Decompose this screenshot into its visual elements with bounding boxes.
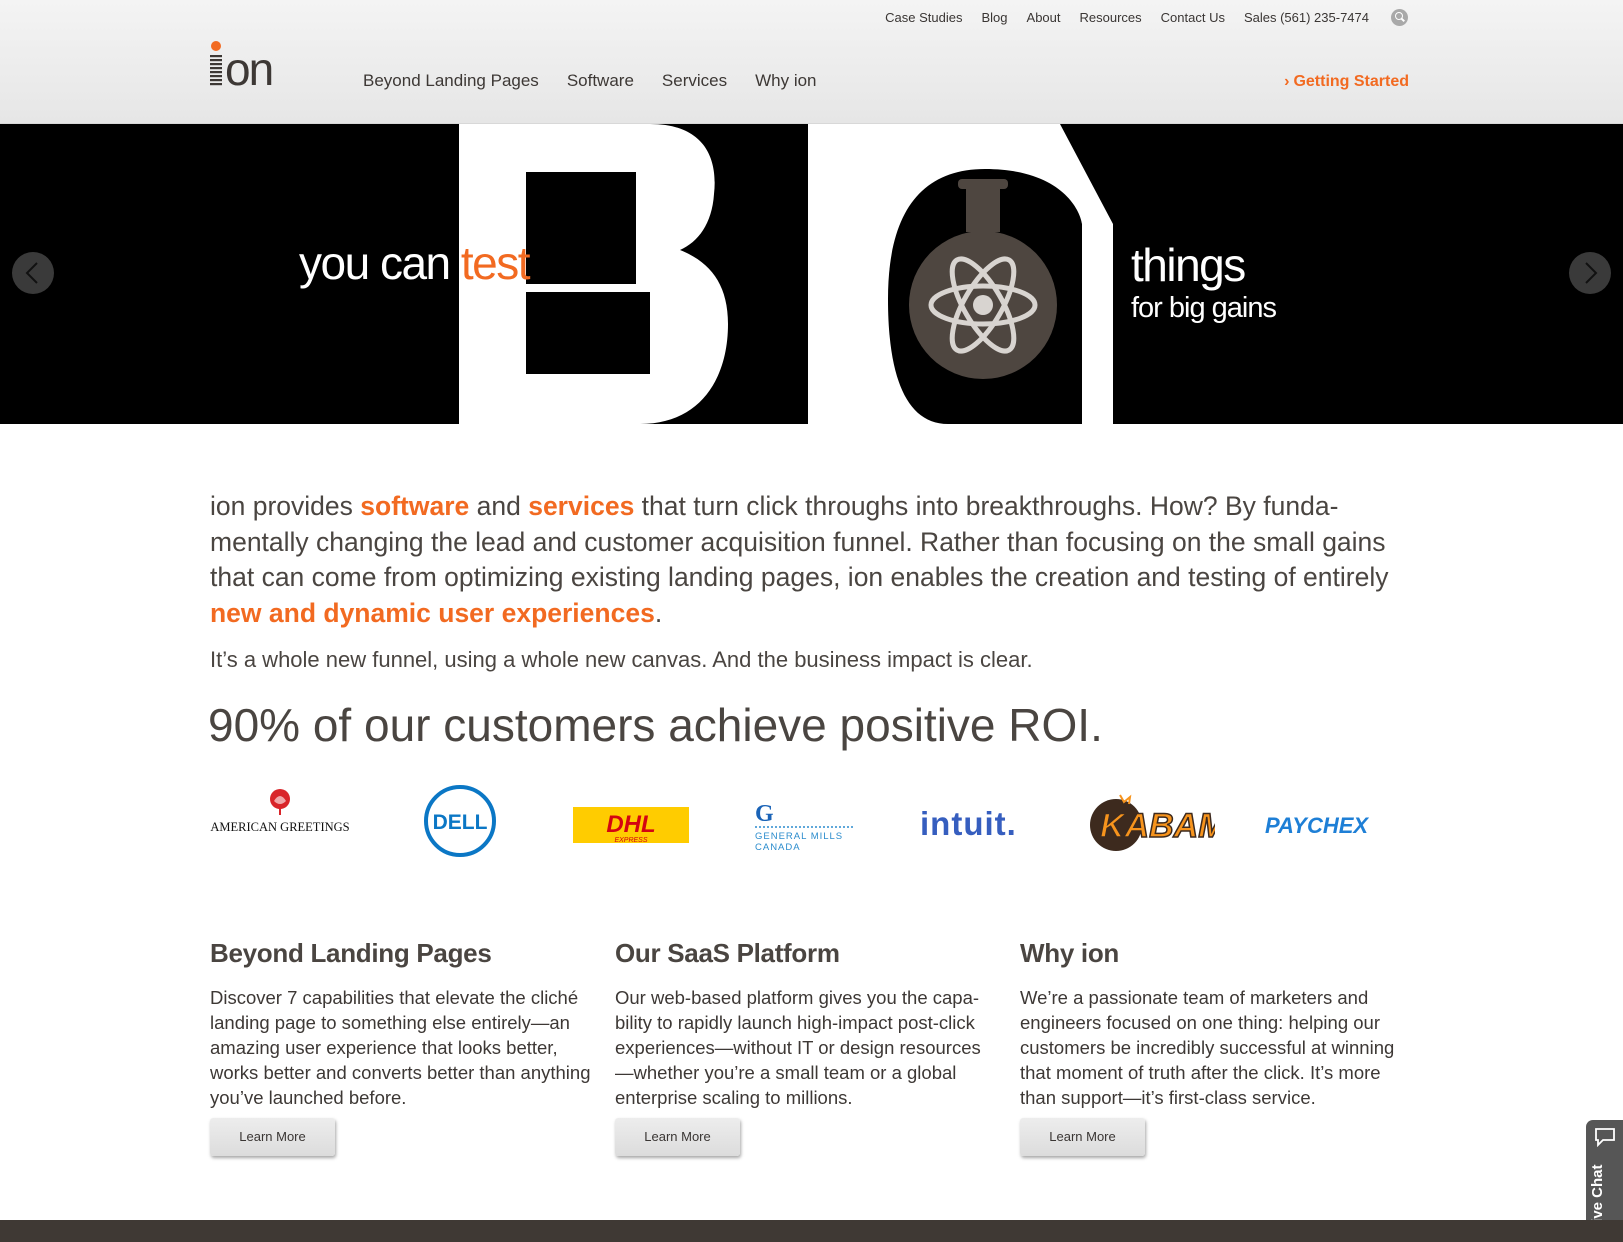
svg-text:DHL: DHL	[606, 811, 655, 838]
intro-text: ion provides	[210, 491, 361, 521]
learn-more-button-saas[interactable]: Learn More	[615, 1118, 740, 1156]
column-why-ion: Why ion We’re a passionate team of marke…	[1020, 938, 1405, 1156]
column-title: Our SaaS Platform	[615, 938, 840, 968]
svg-text:PAYCHEX: PAYCHEX	[1265, 813, 1369, 838]
utility-link-contact-us[interactable]: Contact Us	[1161, 10, 1225, 25]
column-body: Discover 7 capabilities that elevate the…	[210, 987, 591, 1108]
intro-text: .	[654, 597, 663, 628]
logo-intuit: intuit.	[920, 805, 1017, 842]
getting-started-label: Getting Started	[1293, 73, 1409, 90]
search-icon[interactable]	[1391, 9, 1408, 26]
hero-text-test: test	[460, 237, 531, 289]
utility-nav: Case Studies Blog About Resources Contac…	[885, 9, 1408, 26]
hero-text-gains: for big gains	[1131, 292, 1277, 324]
intro-software-link[interactable]: software	[360, 491, 469, 521]
utility-link-about[interactable]: About	[1027, 10, 1061, 25]
logo-kabam: KABAM	[1090, 794, 1215, 851]
svg-text:G: G	[755, 801, 774, 827]
column-saas-platform: Our SaaS Platform Our web-based platform…	[615, 938, 1000, 1156]
site-header: Case Studies Blog About Resources Contac…	[0, 0, 1623, 124]
big-letters-graphic	[459, 124, 1113, 424]
svg-text:DELL: DELL	[433, 811, 488, 834]
intro-highlight-link[interactable]: new and dynamic user experiences	[210, 598, 655, 628]
hero-text-things: things	[1131, 239, 1246, 291]
nav-beyond-landing-pages[interactable]: Beyond Landing Pages	[363, 71, 539, 91]
logo-dell: DELL	[424, 785, 496, 857]
utility-link-blog[interactable]: Blog	[982, 10, 1008, 25]
footer-bar	[0, 1220, 1623, 1242]
learn-more-button-beyond[interactable]: Learn More	[210, 1118, 335, 1156]
hero-banner: you can test things for big gains	[0, 124, 1623, 424]
nav-why-ion[interactable]: Why ion	[755, 71, 816, 91]
column-body: We’re a passionate team of marketers and…	[1020, 987, 1395, 1108]
svg-text:EXPRESS: EXPRESS	[614, 837, 647, 844]
customer-logos: AMERICAN GREETINGS DELL DHL EXPRESS G GE…	[210, 785, 1410, 865]
chevron-right-icon	[1585, 262, 1598, 284]
nav-software[interactable]: Software	[567, 71, 634, 91]
intro-paragraph: ion provides software and services that …	[210, 489, 1410, 631]
svg-text:AMERICAN GREETINGS: AMERICAN GREETINGS	[210, 820, 349, 834]
svg-text:KABAM: KABAM	[1100, 807, 1215, 845]
logo-dhl: DHL EXPRESS	[573, 807, 689, 844]
carousel-next-button[interactable]	[1569, 252, 1611, 294]
learn-more-button-why[interactable]: Learn More	[1020, 1118, 1145, 1156]
chevron-left-icon	[25, 262, 38, 284]
flask-atom-icon	[909, 179, 1057, 379]
logo-american-greetings: AMERICAN GREETINGS	[210, 789, 350, 834]
nav-services[interactable]: Services	[662, 71, 727, 91]
utility-sales-phone[interactable]: Sales (561) 235-7474	[1244, 10, 1369, 25]
utility-link-case-studies[interactable]: Case Studies	[885, 10, 962, 25]
getting-started-link[interactable]: › Getting Started	[1284, 73, 1409, 91]
svg-text:on: on	[225, 43, 272, 92]
column-body: Our web-based platform gives you the cap…	[615, 987, 981, 1108]
column-title: Beyond Landing Pages	[210, 938, 492, 968]
column-beyond-landing-pages: Beyond Landing Pages Discover 7 capabili…	[210, 938, 595, 1156]
column-title: Why ion	[1020, 938, 1119, 968]
svg-text:intuit.: intuit.	[920, 805, 1017, 842]
tagline: It’s a whole new funnel, using a whole n…	[210, 647, 1033, 672]
logo-general-mills: G GENERAL MILLS CANADA	[755, 801, 855, 853]
hero-text-you-can: you can	[299, 237, 461, 289]
utility-link-resources[interactable]: Resources	[1080, 10, 1142, 25]
intro-text: and	[469, 491, 529, 521]
intro-services-link[interactable]: services	[528, 491, 634, 521]
chat-bubble-icon	[1595, 1128, 1615, 1147]
svg-text:GENERAL MILLS: GENERAL MILLS	[755, 831, 843, 842]
main-nav: Beyond Landing Pages Software Services W…	[363, 71, 817, 91]
roi-headline: 90% of our customers achieve positive RO…	[208, 699, 1103, 751]
ion-logo[interactable]: on	[209, 40, 301, 92]
logo-paychex: PAYCHEX	[1265, 813, 1369, 838]
hero-text-left: you can test	[299, 237, 531, 289]
chevron-right-icon: ›	[1284, 73, 1290, 90]
svg-text:CANADA: CANADA	[755, 842, 801, 853]
carousel-prev-button[interactable]	[12, 252, 54, 294]
